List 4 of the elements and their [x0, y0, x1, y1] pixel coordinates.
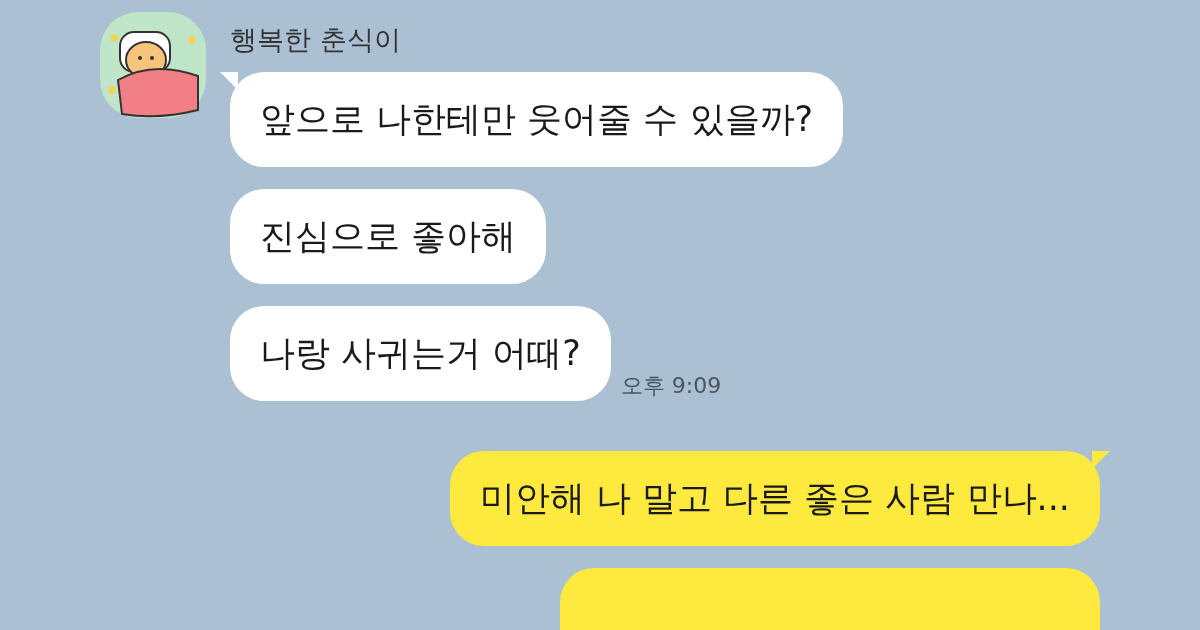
message-bubble: 나랑 사귀는거 어때? [230, 306, 611, 401]
sender-name: 행복한 춘식이 [230, 23, 402, 57]
message-bubble: 진심으로 좋아해 [230, 189, 547, 284]
timestamp: 오후 9:09 [620, 372, 722, 400]
